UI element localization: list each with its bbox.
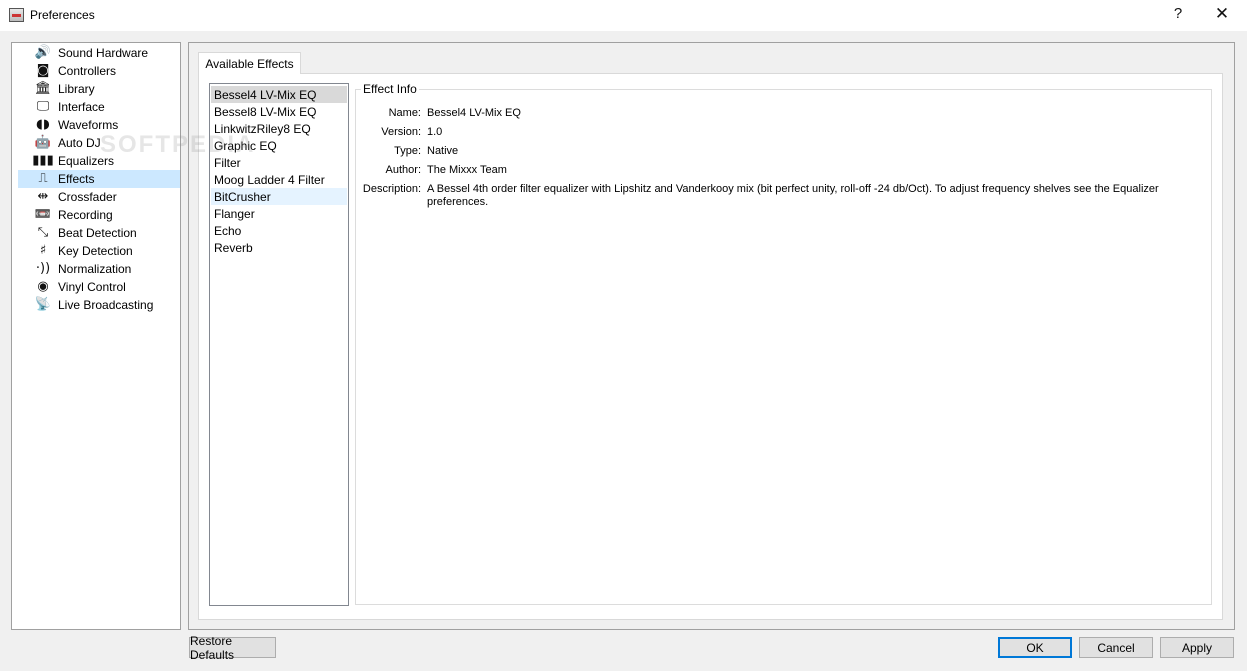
- nav-item-label: Interface: [58, 100, 105, 114]
- nav-item-live-broadcasting[interactable]: 📡 Live Broadcasting: [18, 296, 180, 314]
- nav-item-label: Waveforms: [58, 118, 119, 132]
- effects-icon: ⎍: [38, 171, 48, 186]
- nav-item-controllers[interactable]: ◙ Controllers: [18, 62, 180, 80]
- nav-item-key-detection[interactable]: ♯ Key Detection: [18, 242, 180, 260]
- author-value: The Mixxx Team: [427, 164, 507, 176]
- nav-item-label: Recording: [58, 208, 113, 222]
- nav-item-label: Effects: [58, 172, 95, 186]
- type-value: Native: [427, 145, 459, 157]
- nav-item-normalization[interactable]: ·)) Normalization: [18, 260, 180, 278]
- waveform-icon: ◖◗: [36, 117, 50, 132]
- robot-icon: 🤖: [34, 135, 52, 150]
- effect-list-item[interactable]: Graphic EQ: [211, 137, 347, 154]
- cassette-icon: 📼: [34, 207, 52, 222]
- effect-info-title: Effect Info: [361, 82, 419, 96]
- preferences-nav: 🔊 Sound Hardware ◙ Controllers 🏛 Library 🖵 Inte…: [11, 42, 181, 630]
- nav-item-label: Normalization: [58, 262, 132, 276]
- effect-list-item[interactable]: Reverb: [211, 239, 347, 256]
- nav-item-label: Equalizers: [58, 154, 115, 168]
- effect-list-item[interactable]: Flanger: [211, 205, 347, 222]
- vinyl-icon: ◉: [37, 279, 49, 294]
- nav-item-label: Live Broadcasting: [58, 298, 154, 312]
- cancel-button[interactable]: Cancel: [1079, 637, 1153, 658]
- nav-item-label: Beat Detection: [58, 226, 137, 240]
- effect-list-item[interactable]: Bessel4 LV-Mix EQ: [211, 86, 347, 103]
- close-button[interactable]: ✕: [1212, 4, 1232, 24]
- normalization-icon: ·)): [35, 261, 51, 276]
- help-button[interactable]: ?: [1168, 5, 1188, 22]
- nav-item-vinyl-control[interactable]: ◉ Vinyl Control: [18, 278, 180, 296]
- nav-item-recording[interactable]: 📼 Recording: [18, 206, 180, 224]
- description-label: Description:: [362, 183, 421, 195]
- nav-item-label: Sound Hardware: [58, 46, 149, 60]
- beat-detection-icon: ⤡: [37, 225, 49, 240]
- monitor-icon: 🖵: [36, 99, 50, 114]
- nav-item-label: Vinyl Control: [58, 280, 126, 294]
- controller-icon: ◙: [36, 63, 50, 78]
- restore-defaults-button[interactable]: Restore Defaults: [189, 634, 276, 662]
- name-label: Name:: [388, 107, 421, 119]
- ok-button[interactable]: OK: [998, 637, 1072, 658]
- nav-item-sound-hardware[interactable]: 🔊 Sound Hardware: [18, 44, 180, 62]
- effect-list-item[interactable]: Echo: [211, 222, 347, 239]
- key-detection-icon: ♯: [39, 243, 47, 258]
- nav-item-label: Key Detection: [58, 244, 133, 258]
- nav-item-label: Controllers: [58, 64, 117, 78]
- effect-list-item[interactable]: Bessel8 LV-Mix EQ: [211, 103, 347, 120]
- broadcast-icon: 📡: [34, 297, 52, 312]
- nav-item-auto-dj[interactable]: 🤖 Auto DJ: [18, 134, 180, 152]
- speaker-icon: 🔊: [34, 45, 52, 60]
- nav-item-library[interactable]: 🏛 Library: [18, 80, 180, 98]
- effect-list-item[interactable]: Filter: [211, 154, 347, 171]
- tab-available-effects[interactable]: Available Effects: [198, 52, 301, 74]
- equalizer-icon: ▮▮▮: [32, 153, 54, 168]
- nav-item-label: Crossfader: [58, 190, 117, 204]
- nav-item-label: Library: [58, 82, 95, 96]
- author-label: Author:: [385, 164, 421, 176]
- nav-item-waveforms[interactable]: ◖◗ Waveforms: [18, 116, 180, 134]
- title-bar: Preferences ? ✕: [0, 0, 1247, 31]
- effect-list-item[interactable]: BitCrusher: [211, 188, 347, 205]
- apply-button[interactable]: Apply: [1160, 637, 1234, 658]
- type-label: Type:: [394, 145, 421, 157]
- window-title: Preferences: [30, 8, 95, 22]
- version-value: 1.0: [427, 126, 443, 138]
- name-value: Bessel4 LV-Mix EQ: [427, 107, 521, 119]
- nav-item-beat-detection[interactable]: ⤡ Beat Detection: [18, 224, 180, 242]
- version-label: Version:: [381, 126, 421, 138]
- effect-list-item[interactable]: Moog Ladder 4 Filter: [211, 171, 347, 188]
- nav-item-interface[interactable]: 🖵 Interface: [18, 98, 180, 116]
- effects-list[interactable]: Bessel4 LV-Mix EQ Bessel8 LV-Mix EQ Linkwi…: [209, 83, 349, 606]
- description-value: A Bessel 4th order filter equalizer with…: [427, 183, 1159, 208]
- nav-item-crossfader[interactable]: ⇹ Crossfader: [18, 188, 180, 206]
- effect-list-item[interactable]: LinkwitzRiley8 EQ: [211, 120, 347, 137]
- library-icon: 🏛: [34, 81, 52, 96]
- nav-item-label: Auto DJ: [58, 136, 101, 150]
- nav-item-effects[interactable]: ⎍ Effects: [18, 170, 180, 188]
- nav-item-equalizers[interactable]: ▮▮▮ Equalizers: [18, 152, 180, 170]
- app-icon: [9, 8, 24, 22]
- crossfader-icon: ⇹: [37, 189, 49, 204]
